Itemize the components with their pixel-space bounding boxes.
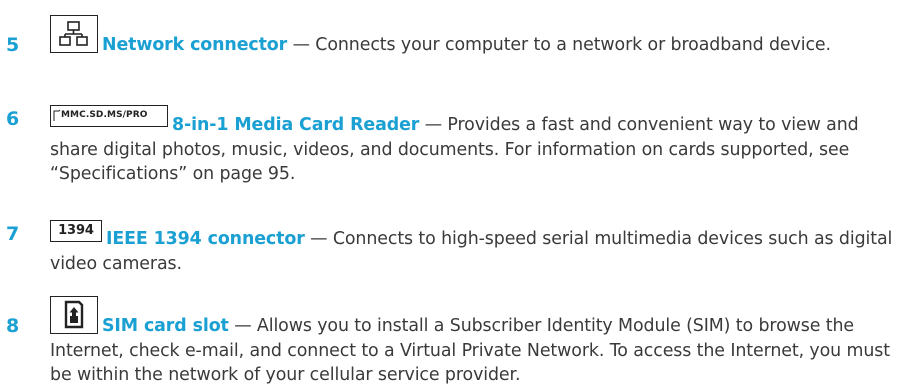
item-body: 1394 IEEE 1394 connector — Connects to h…	[50, 220, 900, 276]
item-number: 6	[6, 108, 20, 130]
item-title: Network connector	[102, 35, 288, 55]
item-title: SIM card slot	[102, 316, 229, 336]
card-reader-icon-text: MMC.SD.MS/PRO	[61, 110, 148, 120]
item-number: 5	[6, 34, 20, 56]
item-number: 8	[6, 315, 20, 337]
item-description: — Connects your computer to a network or…	[287, 35, 831, 55]
network-connector-icon	[50, 15, 98, 53]
item-number: 7	[6, 223, 20, 245]
item-title: 8-in-1 Media Card Reader	[172, 115, 420, 135]
item-body: SIM card slot — Allows you to install a …	[50, 296, 900, 388]
item-body: MMC.SD.MS/PRO 8-in-1 Media Card Reader —…	[50, 105, 900, 187]
item-body: Network connector — Connects your comput…	[50, 15, 900, 58]
media-card-reader-icon: MMC.SD.MS/PRO	[50, 105, 168, 127]
ieee-1394-icon: 1394	[50, 220, 102, 242]
item-title: IEEE 1394 connector	[106, 229, 305, 249]
ieee-icon-text: 1394	[58, 223, 94, 238]
sim-card-icon	[50, 296, 98, 334]
